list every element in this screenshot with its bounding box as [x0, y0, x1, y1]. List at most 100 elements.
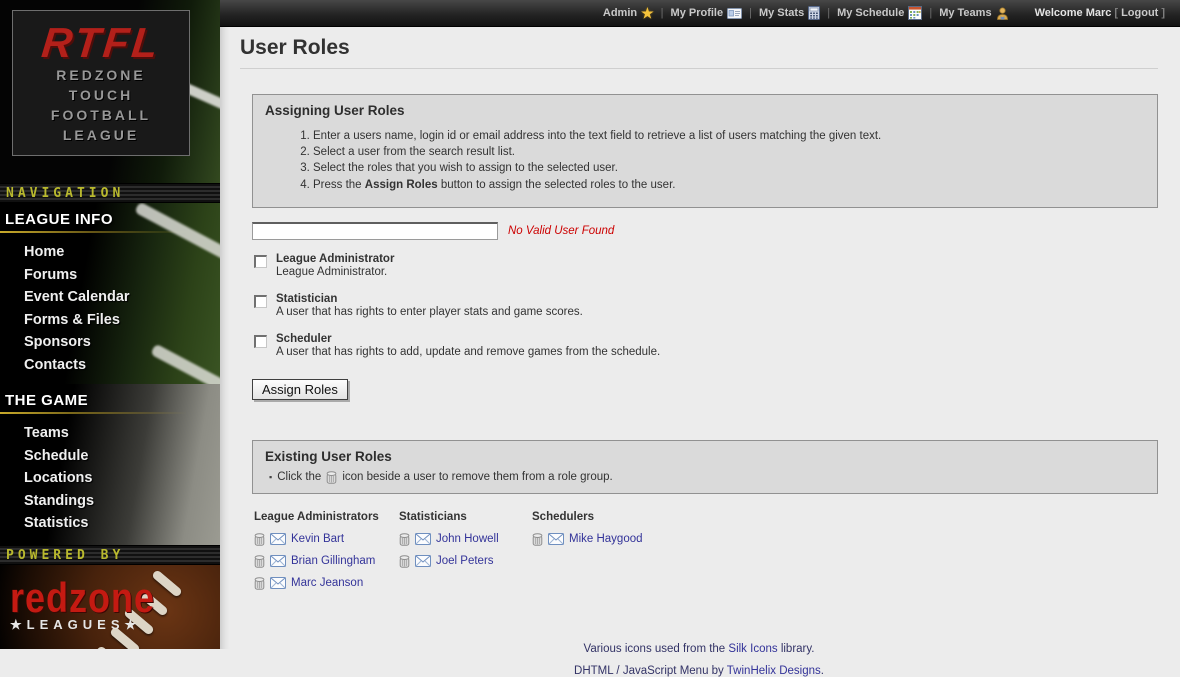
remove-user-trash-icon[interactable] [399, 555, 410, 568]
instruction-step: Enter a users name, login id or email ad… [313, 128, 1145, 144]
sidebar-logo-area: RTFL REDZONE TOUCH FOOTBALL LEAGUE [0, 0, 220, 183]
title-divider [240, 68, 1158, 69]
role-option-league-administrator: League Administrator League Administrato… [254, 253, 1158, 280]
user-name-link[interactable]: Kevin Bart [291, 533, 344, 545]
remove-user-trash-icon[interactable] [399, 533, 410, 546]
league-logo[interactable]: RTFL REDZONE TOUCH FOOTBALL LEAGUE [12, 10, 190, 156]
email-user-icon[interactable] [415, 555, 431, 567]
topbar-link-my-teams[interactable]: My Teams [939, 7, 1008, 20]
football-lace [151, 569, 183, 598]
my-profile-label: My Profile [671, 7, 724, 19]
logout-link[interactable]: Logout [1121, 7, 1158, 19]
email-user-icon[interactable] [270, 577, 286, 589]
existing-user-roles-panel: Existing User Roles ▪ Click the icon bes… [252, 440, 1158, 494]
user-name-link[interactable]: Joel Peters [436, 555, 494, 567]
column-title: Statisticians [399, 511, 532, 523]
instruction-step: Press the Assign Roles button to assign … [313, 177, 1145, 193]
remove-user-trash-icon[interactable] [254, 555, 265, 568]
redzone-leagues-logo[interactable]: redzone ★LEAGUES★ [10, 581, 155, 633]
user-name-link[interactable]: Marc Jeanson [291, 577, 363, 589]
person-icon [996, 7, 1009, 20]
column-league-administrators: League Administrators Kevin Bart Brian G… [254, 511, 399, 599]
vcard-icon [727, 8, 742, 19]
sidebar-item-schedule[interactable]: Schedule [0, 445, 220, 468]
assigning-user-roles-panel: Assigning User Roles Enter a users name,… [252, 94, 1158, 208]
sidebar-item-forms-files[interactable]: Forms & Files [0, 309, 220, 332]
user-row: Brian Gillingham [254, 555, 399, 568]
page-title: User Roles [240, 36, 1158, 60]
topbar-link-my-schedule[interactable]: My Schedule [837, 6, 922, 20]
remove-user-trash-icon[interactable] [532, 533, 543, 546]
role-description: League Administrator. [276, 266, 394, 280]
user-name-link[interactable]: John Howell [436, 533, 499, 545]
logout-bracket: ] [1161, 7, 1165, 19]
email-user-icon[interactable] [270, 533, 286, 545]
sidebar-item-forums[interactable]: Forums [0, 264, 220, 287]
sidebar-section-the-game: THE GAME Teams Schedule Locations Standi… [0, 384, 220, 545]
topbar-link-admin[interactable]: Admin ★ [603, 7, 654, 19]
assigning-panel-title: Assigning User Roles [265, 103, 1145, 118]
sidebar-item-standings[interactable]: Standings [0, 490, 220, 513]
user-row: Joel Peters [399, 555, 532, 568]
sidebar-item-locations[interactable]: Locations [0, 467, 220, 490]
sidebar-item-teams[interactable]: Teams [0, 422, 220, 445]
statistician-checkbox[interactable] [254, 295, 267, 308]
section-title-the-game: THE GAME [0, 384, 220, 412]
role-option-statistician: Statistician A user that has rights to e… [254, 293, 1158, 320]
sidebar-item-sponsors[interactable]: Sponsors [0, 331, 220, 354]
topbar-separator: | [749, 7, 752, 19]
calculator-icon [808, 6, 820, 20]
sidebar-item-statistics[interactable]: Statistics [0, 512, 220, 535]
role-title: League Administrator [276, 253, 394, 267]
scheduler-checkbox[interactable] [254, 335, 267, 348]
my-stats-label: My Stats [759, 7, 804, 19]
section-underline [0, 412, 220, 414]
twinhelix-link[interactable]: TwinHelix Designs [727, 665, 821, 677]
league-logo-acronym: RTFL [39, 21, 162, 65]
assign-roles-button[interactable]: Assign Roles [252, 379, 348, 400]
existing-panel-title: Existing User Roles [265, 449, 1145, 464]
role-description: A user that has rights to enter player s… [276, 306, 583, 320]
instruction-step: Select the roles that you wish to assign… [313, 160, 1145, 176]
calendar-icon [908, 6, 922, 20]
sidebar-item-home[interactable]: Home [0, 241, 220, 264]
my-schedule-label: My Schedule [837, 7, 904, 19]
role-title: Scheduler [276, 333, 660, 347]
user-row: Kevin Bart [254, 533, 399, 546]
welcome-text: Welcome Marc [1035, 7, 1112, 19]
trash-icon [326, 471, 337, 484]
column-schedulers: Schedulers Mike Haygood [532, 511, 643, 599]
logout-bracket: [ [1114, 7, 1118, 19]
topbar: Admin ★ | My Profile | My Stats | My Sch… [220, 0, 1180, 27]
league-logo-line: REDZONE [56, 65, 145, 85]
footer-credit-menu: DHTML / JavaScript Menu by TwinHelix Des… [240, 665, 1158, 677]
league-logo-line: TOUCH [69, 85, 134, 105]
my-teams-label: My Teams [939, 7, 991, 19]
role-title: Statistician [276, 293, 583, 307]
user-name-link[interactable]: Mike Haygood [569, 533, 643, 545]
league-administrator-checkbox[interactable] [254, 255, 267, 268]
user-search-input[interactable] [252, 222, 498, 240]
topbar-link-my-profile[interactable]: My Profile [671, 7, 743, 19]
remove-user-trash-icon[interactable] [254, 533, 265, 546]
football-lace [95, 645, 127, 649]
user-row: Marc Jeanson [254, 577, 399, 590]
role-option-scheduler: Scheduler A user that has rights to add,… [254, 333, 1158, 360]
remove-user-trash-icon[interactable] [254, 577, 265, 590]
user-name-link[interactable]: Brian Gillingham [291, 555, 375, 567]
instruction-step: Select a user from the search result lis… [313, 144, 1145, 160]
email-user-icon[interactable] [548, 533, 564, 545]
redzone-logo-text: redzone [10, 578, 155, 617]
email-user-icon[interactable] [270, 555, 286, 567]
column-statisticians: Statisticians John Howell Joel Peters [399, 511, 532, 599]
assign-instructions-list: Enter a users name, login id or email ad… [265, 128, 1145, 193]
role-description: A user that has rights to add, update an… [276, 346, 660, 360]
topbar-link-my-stats[interactable]: My Stats [759, 6, 820, 20]
no-valid-user-message: No Valid User Found [508, 225, 614, 237]
page-footer: Various icons used from the Silk Icons l… [240, 643, 1158, 677]
star-icon: ★ [641, 8, 654, 18]
bullet: ▪ [269, 472, 272, 482]
topbar-separator: | [661, 7, 664, 19]
sidebar-item-event-calendar[interactable]: Event Calendar [0, 286, 220, 309]
email-user-icon[interactable] [415, 533, 431, 545]
